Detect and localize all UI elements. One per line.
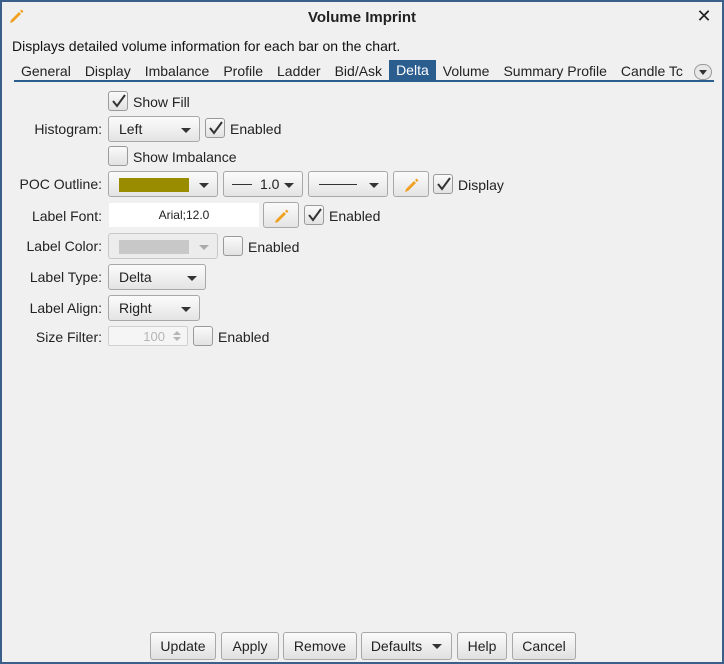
pencil-icon bbox=[8, 7, 26, 25]
label-align-dropdown[interactable]: Right bbox=[108, 295, 200, 321]
cancel-button-label: Cancel bbox=[522, 638, 566, 654]
size-filter-spinner[interactable]: 100 bbox=[108, 326, 188, 346]
checkmark-icon bbox=[308, 208, 322, 222]
tab-imbalance[interactable]: Imbalance bbox=[138, 60, 217, 80]
title-bar[interactable]: Volume Imprint ✕ bbox=[2, 2, 722, 32]
spinner-arrows-icon[interactable] bbox=[171, 329, 183, 343]
label-color-enabled-label: Enabled bbox=[248, 239, 300, 255]
apply-button-label: Apply bbox=[232, 638, 268, 654]
line-style-sample bbox=[319, 184, 357, 185]
pencil-icon bbox=[405, 178, 419, 192]
tab-delta[interactable]: Delta bbox=[389, 60, 436, 80]
label-type-label: Label Type: bbox=[29, 269, 102, 285]
tab-bar: General Display Imbalance Profile Ladder… bbox=[14, 60, 714, 82]
label-align-value: Right bbox=[119, 300, 152, 316]
chevron-down-icon bbox=[199, 183, 209, 188]
label-font-edit-button[interactable] bbox=[263, 202, 299, 228]
chevron-down-icon bbox=[187, 276, 197, 281]
chevron-down-icon bbox=[432, 643, 443, 649]
remove-button-label: Remove bbox=[293, 638, 347, 654]
tab-ladder[interactable]: Ladder bbox=[270, 60, 328, 80]
tab-candle-tc[interactable]: Candle Tc bbox=[614, 60, 690, 80]
cancel-button[interactable]: Cancel bbox=[512, 632, 576, 660]
checkmark-icon bbox=[437, 177, 451, 191]
histogram-enabled-checkbox[interactable] bbox=[205, 118, 225, 138]
size-filter-value: 100 bbox=[143, 329, 165, 344]
pencil-icon bbox=[275, 209, 289, 223]
tab-volume[interactable]: Volume bbox=[436, 60, 497, 80]
checkmark-icon bbox=[112, 94, 126, 108]
poc-display-checkbox[interactable] bbox=[433, 174, 453, 194]
remove-button[interactable]: Remove bbox=[283, 632, 357, 660]
tab-bid-ask[interactable]: Bid/Ask bbox=[328, 60, 389, 80]
chevron-down-icon bbox=[199, 245, 209, 250]
defaults-button-label: Defaults bbox=[370, 638, 423, 654]
label-color-dropdown[interactable] bbox=[108, 233, 218, 259]
show-fill-checkbox[interactable] bbox=[108, 91, 128, 111]
poc-display-label: Display bbox=[458, 177, 504, 193]
poc-color-swatch bbox=[119, 178, 189, 192]
label-font-label: Label Font: bbox=[31, 208, 102, 224]
defaults-button[interactable]: Defaults bbox=[361, 632, 452, 660]
histogram-dropdown[interactable]: Left bbox=[108, 116, 200, 142]
poc-width-dropdown[interactable]: 1.0 bbox=[223, 171, 303, 197]
chevron-down-icon bbox=[699, 69, 707, 75]
chevron-down-icon bbox=[284, 183, 294, 188]
show-imbalance-checkbox[interactable] bbox=[108, 146, 128, 166]
checkmark-icon bbox=[209, 121, 223, 135]
poc-width-value: 1.0 bbox=[260, 176, 280, 192]
label-color-enabled-checkbox[interactable] bbox=[223, 236, 243, 256]
poc-edit-button[interactable] bbox=[393, 171, 429, 197]
help-button-label: Help bbox=[467, 638, 497, 654]
dialog-window: Volume Imprint ✕ Displays detailed volum… bbox=[0, 0, 724, 664]
histogram-value: Left bbox=[119, 121, 143, 137]
tab-overflow-button[interactable] bbox=[694, 64, 712, 80]
update-button-label: Update bbox=[160, 638, 206, 654]
tab-display[interactable]: Display bbox=[78, 60, 138, 80]
chevron-down-icon bbox=[181, 307, 191, 312]
histogram-enabled-label: Enabled bbox=[230, 121, 282, 137]
chevron-down-icon bbox=[369, 183, 379, 188]
size-filter-enabled-checkbox[interactable] bbox=[193, 326, 213, 346]
label-font-enabled-label: Enabled bbox=[329, 208, 381, 224]
label-align-label: Label Align: bbox=[29, 300, 102, 316]
label-font-enabled-checkbox[interactable] bbox=[304, 205, 324, 225]
close-icon[interactable]: ✕ bbox=[694, 5, 714, 27]
label-color-swatch bbox=[119, 240, 189, 254]
help-button[interactable]: Help bbox=[457, 632, 507, 660]
label-font-value[interactable]: Arial;12.0 bbox=[108, 202, 260, 228]
show-imbalance-label: Show Imbalance bbox=[133, 149, 237, 165]
window-title: Volume Imprint bbox=[307, 8, 417, 26]
label-color-label: Label Color: bbox=[26, 238, 103, 254]
label-type-dropdown[interactable]: Delta bbox=[108, 264, 206, 290]
size-filter-enabled-label: Enabled bbox=[218, 329, 270, 345]
button-bar: Update Apply Remove Defaults Help Cancel bbox=[2, 630, 722, 660]
histogram-label: Histogram: bbox=[34, 121, 102, 137]
show-fill-label: Show Fill bbox=[133, 94, 190, 110]
poc-outline-label: POC Outline: bbox=[19, 176, 102, 192]
tab-summary-profile[interactable]: Summary Profile bbox=[496, 60, 613, 80]
update-button[interactable]: Update bbox=[150, 632, 216, 660]
chevron-down-icon bbox=[181, 128, 191, 133]
apply-button[interactable]: Apply bbox=[221, 632, 279, 660]
line-width-sample bbox=[232, 184, 252, 185]
poc-color-dropdown[interactable] bbox=[108, 171, 218, 197]
label-type-value: Delta bbox=[119, 269, 152, 285]
size-filter-label: Size Filter: bbox=[35, 329, 102, 345]
tab-profile[interactable]: Profile bbox=[216, 60, 270, 80]
poc-line-style-dropdown[interactable] bbox=[308, 171, 388, 197]
tab-general[interactable]: General bbox=[14, 60, 78, 80]
description-text: Displays detailed volume information for… bbox=[12, 38, 401, 54]
